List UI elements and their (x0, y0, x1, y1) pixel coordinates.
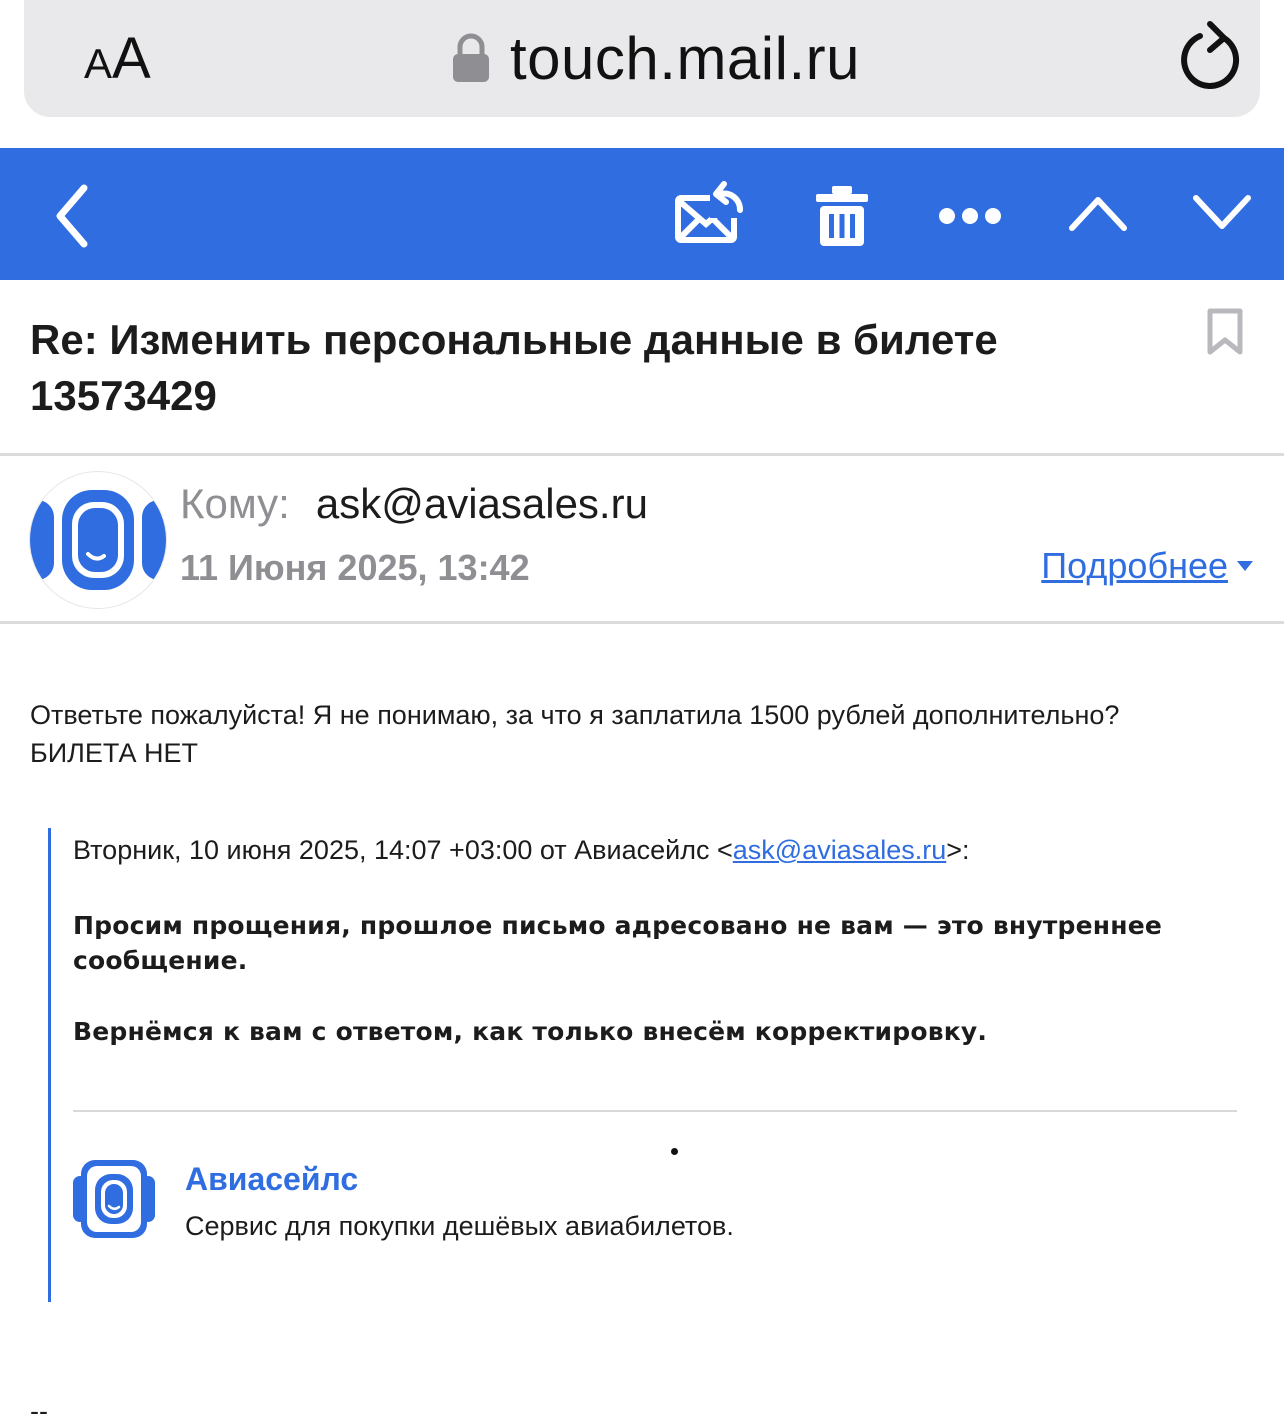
lock-icon (453, 33, 489, 82)
mail-toolbar (0, 148, 1284, 280)
signature-description: Сервис для покупки дешёвых авиабилетов. (185, 1211, 734, 1241)
browser-bar: A A touch.mail.ru (0, 0, 1284, 148)
message-subject: Re: Изменить персональные данные в билет… (30, 316, 998, 419)
body-line: БИЛЕТА НЕТ (30, 738, 198, 768)
message-header: Кому: ask@aviasales.ru 11 Июня 2025, 13:4… (0, 456, 1284, 624)
url-field[interactable]: touch.mail.ru (452, 16, 860, 100)
recipient-address[interactable]: ask@aviasales.ru (316, 480, 648, 527)
signature-divider (73, 1110, 1237, 1112)
body-line: Ответьте пожалуйста! Я не понимаю, за чт… (30, 700, 1120, 730)
text-size-button[interactable]: A A (84, 22, 151, 92)
reload-icon[interactable] (1180, 18, 1244, 90)
details-label[interactable]: Подробнее (1041, 544, 1228, 588)
bookmark-icon[interactable] (1206, 308, 1244, 356)
more-dots-icon[interactable] (938, 206, 1002, 226)
recipient-line: Кому: ask@aviasales.ru (180, 478, 648, 530)
message-date: 11 Июня 2025, 13:42 (180, 547, 530, 588)
quoted-message: Вторник, 10 июня 2025, 14:07 +03:00 от А… (48, 828, 1238, 1302)
trash-icon[interactable] (814, 184, 870, 248)
stray-dot (671, 1148, 678, 1155)
to-label: Кому: (180, 480, 290, 527)
subject-area: Re: Изменить персональные данные в билет… (0, 280, 1284, 456)
aviasales-logo-icon (30, 490, 166, 590)
url-bar[interactable]: A A touch.mail.ru (24, 0, 1260, 117)
caret-down-icon (1237, 561, 1253, 571)
avatar (30, 472, 166, 608)
move-mail-icon[interactable] (674, 180, 748, 246)
quote-header-prefix: Вторник, 10 июня 2025, 14:07 +03:00 от А… (73, 835, 733, 865)
quote-paragraph: Вернёмся к вам с ответом, как только вне… (73, 1017, 988, 1046)
back-chevron-icon[interactable] (52, 184, 92, 248)
text-size-big-glyph: A (112, 26, 151, 91)
quote-email-link[interactable]: ask@aviasales.ru (733, 835, 947, 865)
text-size-small-glyph: A (84, 40, 113, 87)
chevron-up-icon[interactable] (1068, 194, 1128, 232)
aviasales-logo-icon (73, 1160, 155, 1238)
quote-header-suffix: >: (946, 835, 970, 865)
message-body: Ответьте пожалуйста! Я не понимаю, за чт… (0, 626, 1284, 1426)
signature-company[interactable]: Авиасейлс (185, 1158, 358, 1200)
signature-logo (73, 1158, 155, 1240)
quote-header: Вторник, 10 июня 2025, 14:07 +03:00 от А… (73, 828, 1233, 872)
chevron-down-icon[interactable] (1192, 194, 1252, 232)
quote-paragraph: Просим прощения, прошлое письмо адресова… (73, 911, 1163, 975)
body-text: Ответьте пожалуйста! Я не понимаю, за чт… (30, 696, 1250, 772)
url-text: touch.mail.ru (510, 24, 860, 92)
details-link[interactable]: Подробнее (1041, 544, 1254, 588)
